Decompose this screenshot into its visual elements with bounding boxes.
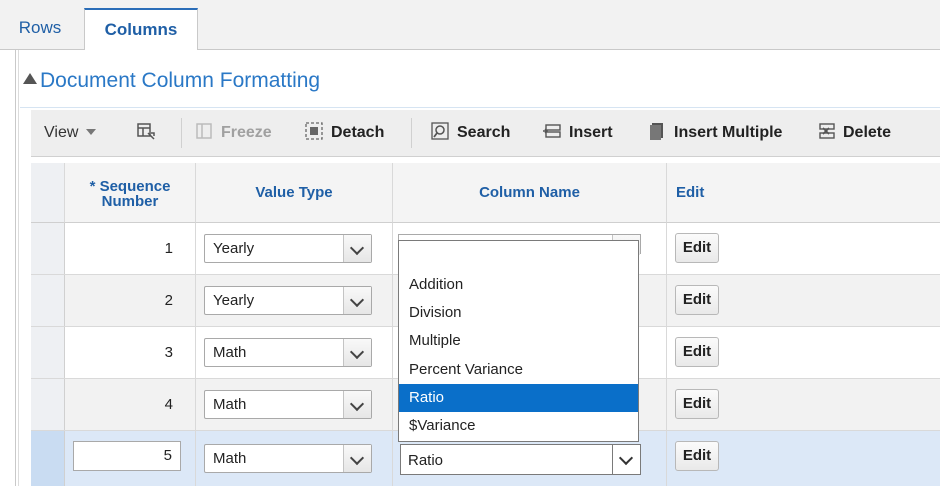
header-value-type-label: Value Type xyxy=(255,184,333,201)
chevron-down-icon[interactable] xyxy=(343,339,371,366)
value-type-value: Math xyxy=(213,396,247,413)
insert-row-icon xyxy=(543,124,561,138)
chevron-down-icon[interactable] xyxy=(343,391,371,418)
detach-icon xyxy=(305,122,323,140)
freeze-icon xyxy=(196,123,212,139)
dropdown-option[interactable]: Percent Variance xyxy=(399,356,638,384)
value-type-select[interactable]: Math xyxy=(204,390,372,419)
insert-multiple-icon xyxy=(650,123,663,140)
value-type-value: Yearly xyxy=(213,292,255,309)
sequence-value: 2 xyxy=(164,292,173,309)
header-edit: Edit xyxy=(667,163,940,223)
tab-bar: Rows Columns xyxy=(0,0,940,51)
value-type-select[interactable]: Math xyxy=(204,338,372,367)
search-label: Search xyxy=(457,124,511,141)
dropdown-option[interactable]: Division xyxy=(399,299,638,327)
sequence-value: 3 xyxy=(164,344,173,361)
value-type-value: Yearly xyxy=(213,240,255,257)
value-type-value: Math xyxy=(213,450,247,467)
header-column-name[interactable]: Column Name xyxy=(393,163,667,223)
sequence-cell: 2 xyxy=(65,275,196,326)
edit-cell: Edit xyxy=(667,275,940,326)
tab-columns[interactable]: Columns xyxy=(84,8,198,51)
dropdown-option[interactable]: Addition xyxy=(399,271,638,299)
edit-button[interactable]: Edit xyxy=(675,389,719,419)
column-name-dropdown-list: Addition Division Multiple Percent Varia… xyxy=(398,240,639,442)
format-columns-icon xyxy=(137,123,155,140)
triangle-up-icon[interactable] xyxy=(23,73,37,84)
toolbar-separator xyxy=(181,118,182,148)
delete-button[interactable]: Delete xyxy=(817,110,891,156)
value-type-cell: Yearly xyxy=(196,223,393,274)
edit-button[interactable]: Edit xyxy=(675,233,719,263)
detach-label: Detach xyxy=(331,124,385,141)
header-sequence-number[interactable]: * Sequence Number xyxy=(65,163,196,223)
format-button[interactable] xyxy=(137,110,163,156)
row-selector[interactable] xyxy=(31,275,65,326)
header-column-name-label: Column Name xyxy=(479,184,580,201)
header-edit-label: Edit xyxy=(676,184,705,201)
header-sequence-label: * Sequence Number xyxy=(89,178,171,210)
edit-cell: Edit xyxy=(667,431,940,486)
row-selector[interactable] xyxy=(31,379,65,430)
value-type-cell: Yearly xyxy=(196,275,393,326)
sequence-cell: 3 xyxy=(65,327,196,378)
column-name-select[interactable]: Ratio xyxy=(400,444,641,475)
value-type-cell: Math xyxy=(196,327,393,378)
value-type-value: Math xyxy=(213,344,247,361)
freeze-label: Freeze xyxy=(221,124,272,141)
value-type-select[interactable]: Math xyxy=(204,444,372,473)
view-menu[interactable]: View xyxy=(44,110,97,156)
header-value-type[interactable]: Value Type xyxy=(196,163,393,223)
chevron-down-icon[interactable] xyxy=(343,235,371,262)
toolbar: View Freeze Detach Search Insert Insert … xyxy=(31,110,940,157)
header-selector-cell xyxy=(31,163,65,223)
value-type-cell: Math xyxy=(196,379,393,430)
edit-button[interactable]: Edit xyxy=(675,441,719,471)
dropdown-option-highlighted[interactable]: Ratio xyxy=(399,384,638,412)
search-button[interactable]: Search xyxy=(431,110,510,156)
row-selector[interactable] xyxy=(31,223,65,274)
insert-label: Insert xyxy=(569,124,613,141)
chevron-down-icon[interactable] xyxy=(343,445,371,472)
sequence-cell: 5 xyxy=(65,431,196,486)
edit-button[interactable]: Edit xyxy=(675,337,719,367)
column-name-value: Ratio xyxy=(408,452,444,469)
detach-button[interactable]: Detach xyxy=(305,110,384,156)
value-type-select[interactable]: Yearly xyxy=(204,286,372,315)
row-selector[interactable] xyxy=(31,431,65,486)
chevron-down-icon[interactable] xyxy=(612,445,640,474)
sequence-input[interactable]: 5 xyxy=(73,441,181,471)
insert-multiple-label: Insert Multiple xyxy=(674,124,783,141)
dropdown-option[interactable]: Multiple xyxy=(399,327,638,355)
edit-cell: Edit xyxy=(667,223,940,274)
sequence-value: 1 xyxy=(164,240,173,257)
chevron-down-icon[interactable] xyxy=(343,287,371,314)
value-type-cell: Math xyxy=(196,431,393,486)
sequence-value: 4 xyxy=(164,396,173,413)
toolbar-separator xyxy=(411,118,412,148)
section-divider xyxy=(20,107,940,108)
delete-label: Delete xyxy=(843,124,892,141)
delete-row-icon xyxy=(819,123,835,139)
freeze-button[interactable]: Freeze xyxy=(195,110,272,156)
row-selector[interactable] xyxy=(31,327,65,378)
tab-rows[interactable]: Rows xyxy=(0,8,80,50)
insert-multiple-button[interactable]: Insert Multiple xyxy=(648,110,782,156)
chevron-down-icon xyxy=(86,129,97,135)
section-title: Document Column Formatting xyxy=(40,69,321,92)
sequence-cell: 4 xyxy=(65,379,196,430)
dropdown-option[interactable]: $Variance xyxy=(399,412,638,440)
sequence-cell: 1 xyxy=(65,223,196,274)
edit-button[interactable]: Edit xyxy=(675,285,719,315)
edit-cell: Edit xyxy=(667,379,940,430)
edit-cell: Edit xyxy=(667,327,940,378)
insert-button[interactable]: Insert xyxy=(543,110,613,156)
value-type-select[interactable]: Yearly xyxy=(204,234,372,263)
search-icon xyxy=(431,122,449,140)
view-label: View xyxy=(44,124,79,141)
